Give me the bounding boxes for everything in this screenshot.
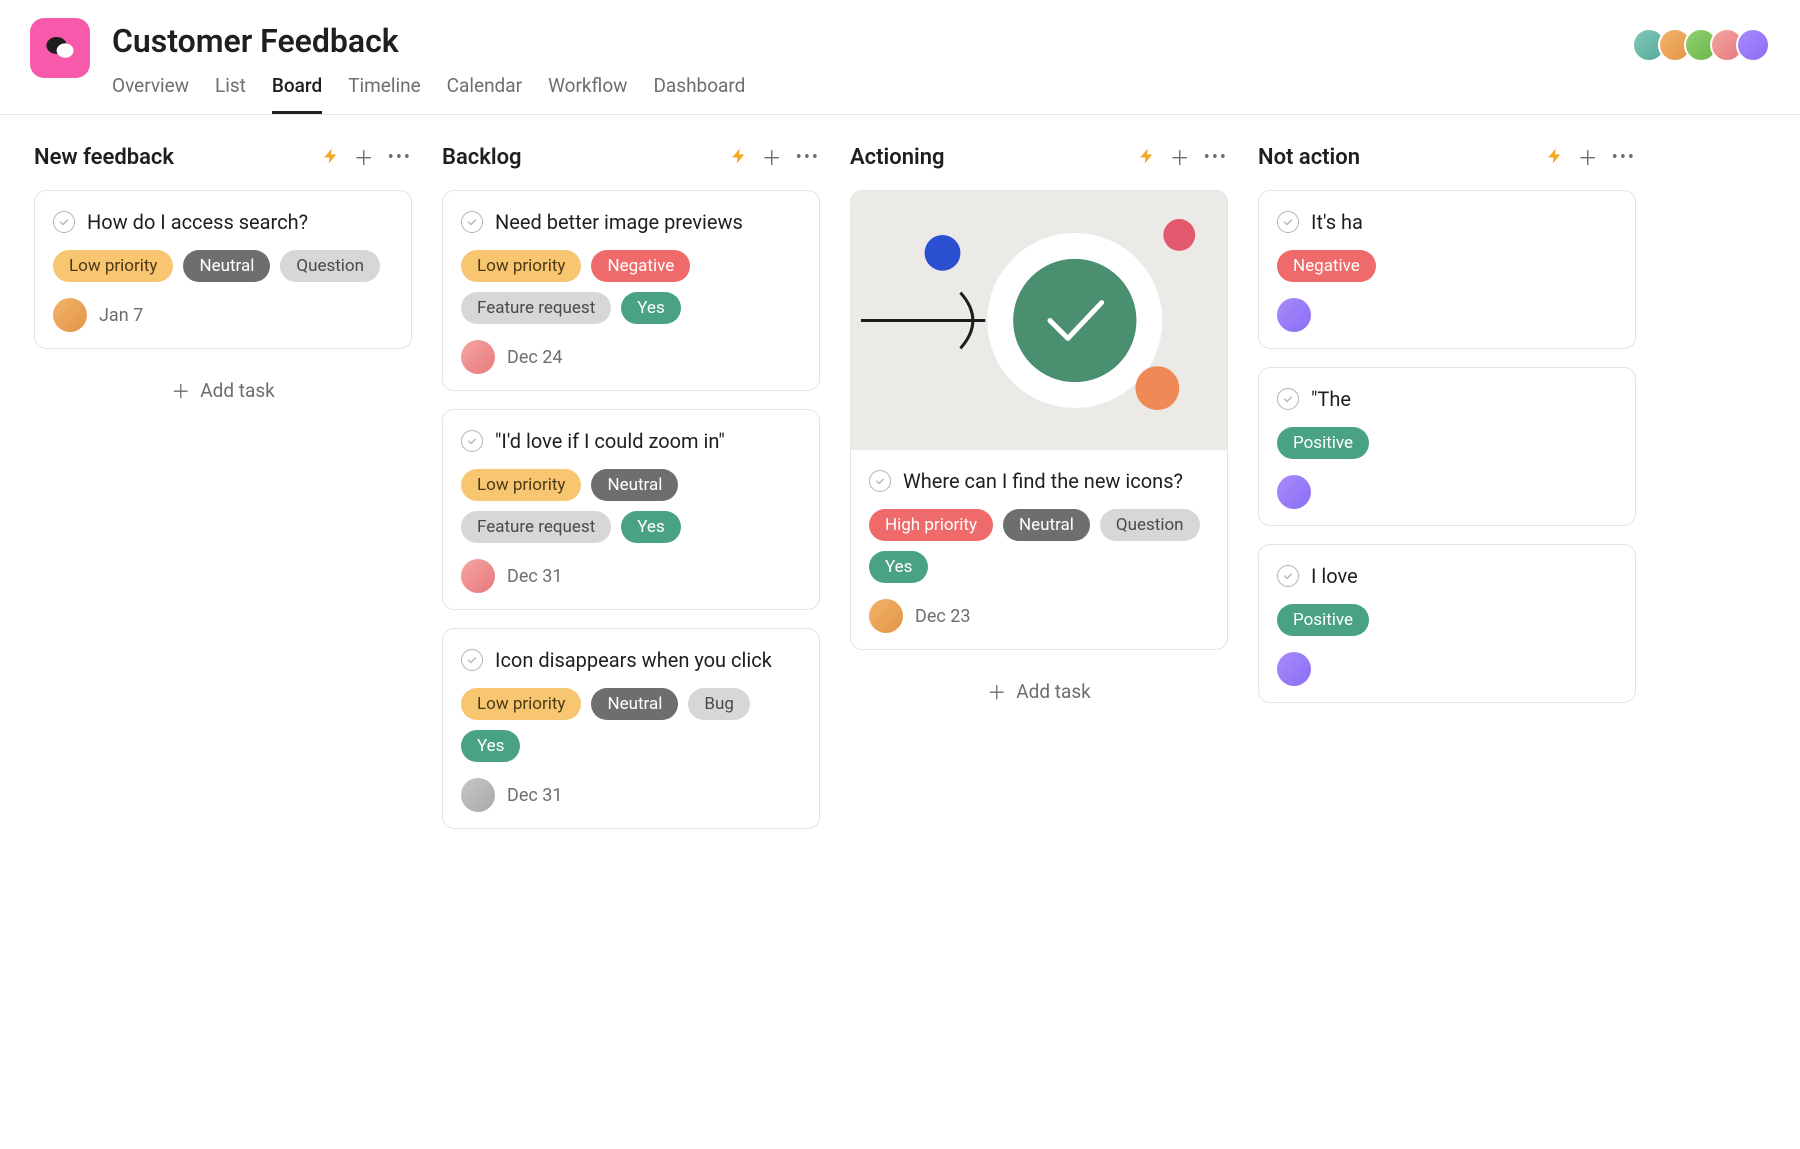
project-tabs: Overview List Board Timeline Calendar Workflo…: [112, 66, 1770, 114]
card-title: It's ha: [1311, 209, 1363, 236]
task-card[interactable]: It's ha Negative: [1258, 190, 1636, 349]
tag[interactable]: Negative: [591, 250, 690, 282]
tag[interactable]: Question: [1100, 509, 1200, 541]
tag[interactable]: Yes: [621, 511, 680, 543]
complete-toggle[interactable]: [461, 430, 483, 452]
tab-overview[interactable]: Overview: [112, 66, 189, 114]
due-date: Dec 31: [507, 785, 562, 806]
column-title: New feedback: [34, 145, 322, 170]
add-card-button[interactable]: ＋: [762, 148, 782, 168]
due-date: Jan 7: [99, 305, 143, 326]
card-title: Need better image previews: [495, 209, 743, 236]
tag[interactable]: Low priority: [461, 250, 581, 282]
tag[interactable]: Neutral: [591, 688, 678, 720]
complete-toggle[interactable]: [869, 470, 891, 492]
tag[interactable]: Neutral: [1003, 509, 1090, 541]
tag[interactable]: Question: [280, 250, 380, 282]
tag[interactable]: Low priority: [461, 469, 581, 501]
complete-toggle[interactable]: [461, 211, 483, 233]
tag[interactable]: Feature request: [461, 292, 611, 324]
card-cover: [850, 190, 1228, 450]
column-title: Actioning: [850, 145, 1138, 170]
tag[interactable]: Positive: [1277, 427, 1369, 459]
tab-calendar[interactable]: Calendar: [447, 66, 522, 114]
tag[interactable]: Feature request: [461, 511, 611, 543]
task-card[interactable]: Where can I find the new icons? High prio…: [850, 449, 1228, 650]
complete-toggle[interactable]: [1277, 211, 1299, 233]
tag[interactable]: Bug: [688, 688, 750, 720]
card-title: How do I access search?: [87, 209, 308, 236]
column-more-button[interactable]: •••: [1612, 149, 1636, 167]
assignee-avatar[interactable]: [461, 778, 495, 812]
task-card[interactable]: I love Positive: [1258, 544, 1636, 703]
plus-icon: ＋: [987, 678, 1006, 705]
card-title: Icon disappears when you click: [495, 647, 772, 674]
board-column: Actioning ＋ ••• Where can I find the new ic…: [850, 145, 1228, 715]
tab-board[interactable]: Board: [272, 66, 322, 114]
due-date: Dec 23: [915, 606, 970, 627]
tag[interactable]: Yes: [621, 292, 680, 324]
tab-dashboard[interactable]: Dashboard: [653, 66, 745, 114]
plus-icon: ＋: [171, 377, 190, 404]
complete-toggle[interactable]: [1277, 388, 1299, 410]
assignee-avatar[interactable]: [869, 599, 903, 633]
complete-toggle[interactable]: [1277, 565, 1299, 587]
column-title: Backlog: [442, 145, 730, 170]
assignee-avatar[interactable]: [1277, 652, 1311, 686]
tab-timeline[interactable]: Timeline: [348, 66, 421, 114]
task-card[interactable]: Icon disappears when you click Low priori…: [442, 628, 820, 829]
board-column: New feedback ＋ ••• How do I access search? L…: [34, 145, 412, 414]
column-title: Not action: [1258, 145, 1546, 170]
card-title: Where can I find the new icons?: [903, 468, 1183, 495]
due-date: Dec 24: [507, 347, 562, 368]
column-more-button[interactable]: •••: [388, 149, 412, 167]
complete-toggle[interactable]: [53, 211, 75, 233]
tag[interactable]: Low priority: [461, 688, 581, 720]
board-column: Backlog ＋ ••• Need better image previews Low…: [442, 145, 820, 847]
project-members[interactable]: [1640, 28, 1770, 62]
member-avatar[interactable]: [1736, 28, 1770, 62]
assignee-avatar[interactable]: [53, 298, 87, 332]
card-title: "The: [1311, 386, 1351, 413]
complete-toggle[interactable]: [461, 649, 483, 671]
bolt-icon[interactable]: [730, 147, 748, 169]
bolt-icon[interactable]: [322, 147, 340, 169]
tab-list[interactable]: List: [215, 66, 246, 114]
project-title: Customer Feedback: [112, 22, 1770, 60]
add-card-button[interactable]: ＋: [354, 148, 374, 168]
add-task-button[interactable]: ＋Add task: [850, 668, 1228, 715]
tag[interactable]: Positive: [1277, 604, 1369, 636]
tag[interactable]: Neutral: [591, 469, 678, 501]
card-title: "I'd love if I could zoom in": [495, 428, 725, 455]
add-task-button[interactable]: ＋Add task: [34, 367, 412, 414]
tag[interactable]: Negative: [1277, 250, 1376, 282]
project-header: Customer Feedback Overview List Board Timel…: [0, 0, 1800, 115]
board: New feedback ＋ ••• How do I access search? L…: [0, 115, 1800, 877]
assignee-avatar[interactable]: [1277, 298, 1311, 332]
tag[interactable]: High priority: [869, 509, 993, 541]
task-card[interactable]: Need better image previews Low priority Ne…: [442, 190, 820, 391]
tag[interactable]: Neutral: [183, 250, 270, 282]
assignee-avatar[interactable]: [461, 559, 495, 593]
task-card[interactable]: "I'd love if I could zoom in" Low priorit…: [442, 409, 820, 610]
card-title: I love: [1311, 563, 1358, 590]
tab-workflow[interactable]: Workflow: [548, 66, 627, 114]
task-card[interactable]: "The Positive: [1258, 367, 1636, 526]
add-card-button[interactable]: ＋: [1578, 148, 1598, 168]
board-column: Not action ＋ ••• It's ha Negative "The Positiv…: [1258, 145, 1636, 721]
column-more-button[interactable]: •••: [796, 149, 820, 167]
tag[interactable]: Yes: [461, 730, 520, 762]
project-icon: [30, 18, 90, 78]
assignee-avatar[interactable]: [461, 340, 495, 374]
tag[interactable]: Low priority: [53, 250, 173, 282]
bolt-icon[interactable]: [1546, 147, 1564, 169]
bolt-icon[interactable]: [1138, 147, 1156, 169]
task-card[interactable]: How do I access search? Low priority Neutr…: [34, 190, 412, 349]
tag[interactable]: Yes: [869, 551, 928, 583]
add-card-button[interactable]: ＋: [1170, 148, 1190, 168]
column-more-button[interactable]: •••: [1204, 149, 1228, 167]
assignee-avatar[interactable]: [1277, 475, 1311, 509]
due-date: Dec 31: [507, 566, 562, 587]
